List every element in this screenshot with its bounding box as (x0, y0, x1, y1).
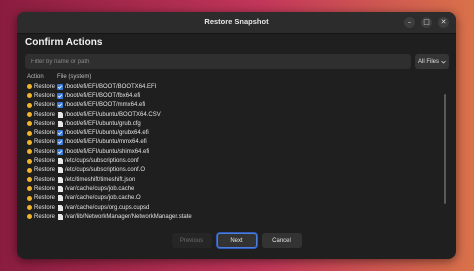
row-file-path: /boot/efi/EFI/ubuntu/BOOTX64.CSV (65, 111, 161, 118)
file-icon (57, 120, 63, 127)
column-header-file[interactable]: File (system) (57, 74, 91, 80)
table-row[interactable]: Restore/boot/efi/EFI/ubuntu/shimx64.efi (25, 147, 449, 156)
restore-status-icon (27, 84, 32, 90)
checked-file-icon (57, 130, 63, 137)
row-file-path: /var/cache/cups/job.cache (65, 185, 135, 192)
scrollbar[interactable] (444, 94, 446, 204)
checked-file-icon (57, 102, 63, 109)
file-filter-dropdown[interactable]: All Files (415, 54, 449, 69)
row-file-path: /boot/efi/EFI/ubuntu/mmx64.efi (65, 139, 147, 146)
table-row[interactable]: Restore/boot/efi/EFI/BOOT/BOOTX64.EFI (25, 82, 449, 91)
row-action: Restore (34, 185, 56, 192)
file-icon (57, 204, 63, 211)
restore-status-icon (27, 112, 32, 118)
minimize-button[interactable]: – (404, 17, 415, 28)
table-row[interactable]: Restore/etc/cups/subscriptions.conf (25, 156, 449, 165)
chevron-down-icon (441, 60, 446, 64)
row-file-path: /boot/efi/EFI/ubuntu/grub.cfg (65, 120, 141, 127)
column-header-action[interactable]: Action (25, 74, 57, 80)
restore-status-icon (27, 139, 32, 145)
filter-input[interactable] (25, 54, 411, 69)
file-icon (57, 213, 63, 220)
cancel-button[interactable]: Cancel (261, 233, 302, 248)
restore-status-icon (27, 167, 32, 173)
file-icon (57, 176, 63, 183)
table-row[interactable]: Restore/boot/efi/EFI/BOOT/mmx64.efi (25, 101, 449, 110)
row-action: Restore (34, 83, 56, 90)
file-list[interactable]: Action File (system) Restore/boot/efi/EF… (25, 72, 449, 222)
restore-status-icon (27, 214, 32, 220)
row-action: Restore (34, 92, 56, 99)
restore-status-icon (27, 149, 32, 155)
table-row[interactable]: Restore/etc/cups/subscriptions.conf.O (25, 166, 449, 175)
table-row[interactable]: Restore/boot/efi/EFI/BOOT/fbx64.efi (25, 91, 449, 100)
row-file-path: /boot/efi/EFI/ubuntu/shimx64.efi (65, 148, 150, 155)
table-row[interactable]: Restore/var/cache/cups/job.cache (25, 184, 449, 193)
row-file-path: /etc/cups/subscriptions.conf.O (65, 167, 146, 174)
close-button[interactable]: ✕ (438, 17, 449, 28)
dropdown-label: All Files (417, 58, 439, 65)
file-icon (57, 111, 63, 118)
restore-status-icon (27, 205, 32, 210)
row-action: Restore (34, 167, 56, 174)
previous-button[interactable]: Previous (171, 233, 212, 248)
table-row[interactable]: Restore/var/lib/NetworkManager/NetworkMa… (25, 212, 449, 221)
file-icon (57, 195, 63, 202)
restore-status-icon (27, 130, 32, 136)
table-row[interactable]: Restore/boot/efi/EFI/ubuntu/grubx64.efi (25, 128, 449, 137)
checked-file-icon (57, 92, 63, 99)
row-file-path: /var/cache/cups/job.cache.O (65, 195, 141, 202)
row-file-path: /var/cache/cups/org.cups.cupsd (65, 204, 150, 211)
row-action: Restore (34, 158, 56, 165)
table-row[interactable]: Restore/boot/efi/EFI/ubuntu/mmx64.efi (25, 138, 449, 147)
row-file-path: /etc/cups/subscriptions.conf (65, 158, 139, 165)
page-title: Confirm Actions (25, 37, 103, 48)
row-file-path: /boot/efi/EFI/ubuntu/grubx64.efi (65, 130, 149, 137)
table-row[interactable]: Restore/boot/efi/EFI/ubuntu/grub.cfg (25, 119, 449, 128)
row-action: Restore (34, 213, 56, 220)
restore-status-icon (27, 177, 32, 183)
row-file-path: /boot/efi/EFI/BOOT/fbx64.efi (65, 92, 141, 99)
checked-file-icon (57, 148, 63, 155)
row-action: Restore (34, 148, 56, 155)
row-action: Restore (34, 176, 56, 183)
row-action: Restore (34, 102, 56, 109)
restore-status-icon (27, 121, 32, 127)
row-file-path: /boot/efi/EFI/BOOT/BOOTX64.EFI (65, 83, 157, 90)
title-bar[interactable]: Restore Snapshot – □ ✕ (17, 12, 456, 34)
file-icon (57, 167, 63, 174)
checked-file-icon (57, 139, 63, 146)
row-file-path: /etc/timeshift/timeshift.json (65, 176, 136, 183)
restore-status-icon (27, 186, 32, 192)
row-action: Restore (34, 130, 56, 137)
next-button[interactable]: Next (216, 233, 257, 248)
file-icon (57, 158, 63, 165)
file-icon (57, 185, 63, 192)
checked-file-icon (57, 83, 63, 90)
maximize-button[interactable]: □ (421, 17, 432, 28)
window-title: Restore Snapshot (204, 17, 269, 26)
table-row[interactable]: Restore/var/cache/cups/job.cache.O (25, 194, 449, 203)
restore-snapshot-window: Restore Snapshot – □ ✕ Confirm Actions A… (17, 12, 456, 259)
table-row[interactable]: Restore/var/cache/cups/org.cups.cupsd (25, 203, 449, 212)
restore-status-icon (27, 102, 32, 108)
restore-status-icon (27, 93, 32, 99)
row-action: Restore (34, 111, 56, 118)
table-row[interactable]: Restore/etc/timeshift/timeshift.json (25, 175, 449, 184)
row-action: Restore (34, 139, 56, 146)
row-file-path: /var/lib/NetworkManager/NetworkManager.s… (65, 213, 192, 220)
list-header: Action File (system) (25, 72, 449, 82)
restore-status-icon (27, 195, 32, 201)
table-row[interactable]: Restore/boot/efi/EFI/ubuntu/BOOTX64.CSV (25, 110, 449, 119)
restore-status-icon (27, 158, 32, 164)
row-action: Restore (34, 204, 56, 211)
row-file-path: /boot/efi/EFI/BOOT/mmx64.efi (65, 102, 146, 109)
row-action: Restore (34, 120, 56, 127)
row-action: Restore (34, 195, 56, 202)
